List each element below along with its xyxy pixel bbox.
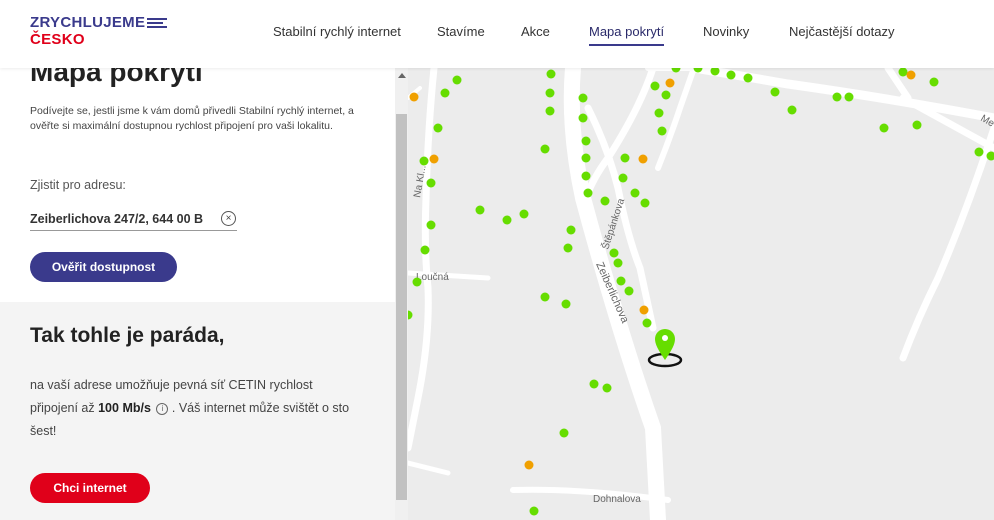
intro-text: Podívejte se, jestli jsme k vám domů při… xyxy=(30,105,354,132)
nav-item-akce[interactable]: Akce xyxy=(521,24,550,39)
address-input[interactable]: Zeiberlichova 247/2, 644 00 B xyxy=(30,212,237,231)
map-street-labels: Na Kl... Loučná Štěpánkova Zeiberlichova… xyxy=(412,113,994,505)
map-roads xyxy=(408,68,994,520)
brand-line1: ZRYCHLUJEME xyxy=(30,14,146,31)
scroll-up-arrow-icon[interactable] xyxy=(398,73,406,78)
active-nav-indicator xyxy=(589,44,664,46)
verify-availability-button[interactable]: Ověřit dostupnost xyxy=(30,252,177,282)
result-panel: Tak tohle je paráda, na vaší adrese umož… xyxy=(0,302,395,520)
result-text: na vaší adrese umožňuje pevná síť CETIN … xyxy=(30,374,360,443)
address-label: Zjistit pro adresu: xyxy=(30,178,126,192)
street-label-dohnalova: Dohnalova xyxy=(593,494,641,505)
map-canvas[interactable]: Na Kl... Loučná Štěpánkova Zeiberlichova… xyxy=(408,68,994,520)
panel-scrollbar[interactable] xyxy=(395,68,408,520)
page-title: Mapa pokrytí xyxy=(30,68,203,87)
clear-address-icon[interactable]: × xyxy=(221,211,236,226)
brand-lines-icon xyxy=(147,16,168,30)
brand-line2: ČESKO xyxy=(30,31,85,48)
address-pin-icon[interactable] xyxy=(647,329,683,368)
get-internet-button[interactable]: Chci internet xyxy=(30,473,150,503)
coverage-map[interactable]: Na Kl... Loučná Štěpánkova Zeiberlichova… xyxy=(408,68,994,520)
coverage-markers xyxy=(408,68,994,516)
side-panel: Mapa pokrytí Podívejte se, jestli jsme k… xyxy=(0,68,395,520)
brand-logo[interactable]: ZRYCHLUJEME ČESKO xyxy=(30,14,168,48)
nav-item-novinky[interactable]: Novinky xyxy=(703,24,749,39)
nav-item-mapa[interactable]: Mapa pokrytí xyxy=(589,24,664,39)
site-header: ZRYCHLUJEME ČESKO Stabilní rychlý intern… xyxy=(0,0,994,68)
scrollbar-thumb[interactable] xyxy=(396,114,407,500)
nav-item-internet[interactable]: Stabilní rychlý internet xyxy=(273,24,401,39)
info-icon[interactable]: i xyxy=(156,402,169,415)
markers-available xyxy=(408,68,994,516)
coverage-form-panel: Mapa pokrytí Podívejte se, jestli jsme k… xyxy=(0,68,395,302)
nav-item-stavime[interactable]: Stavíme xyxy=(437,24,485,39)
result-speed: 100 Mb/s xyxy=(98,401,151,415)
nav-item-faq[interactable]: Nejčastější dotazy xyxy=(789,24,895,39)
result-title: Tak tohle je paráda, xyxy=(30,324,225,347)
